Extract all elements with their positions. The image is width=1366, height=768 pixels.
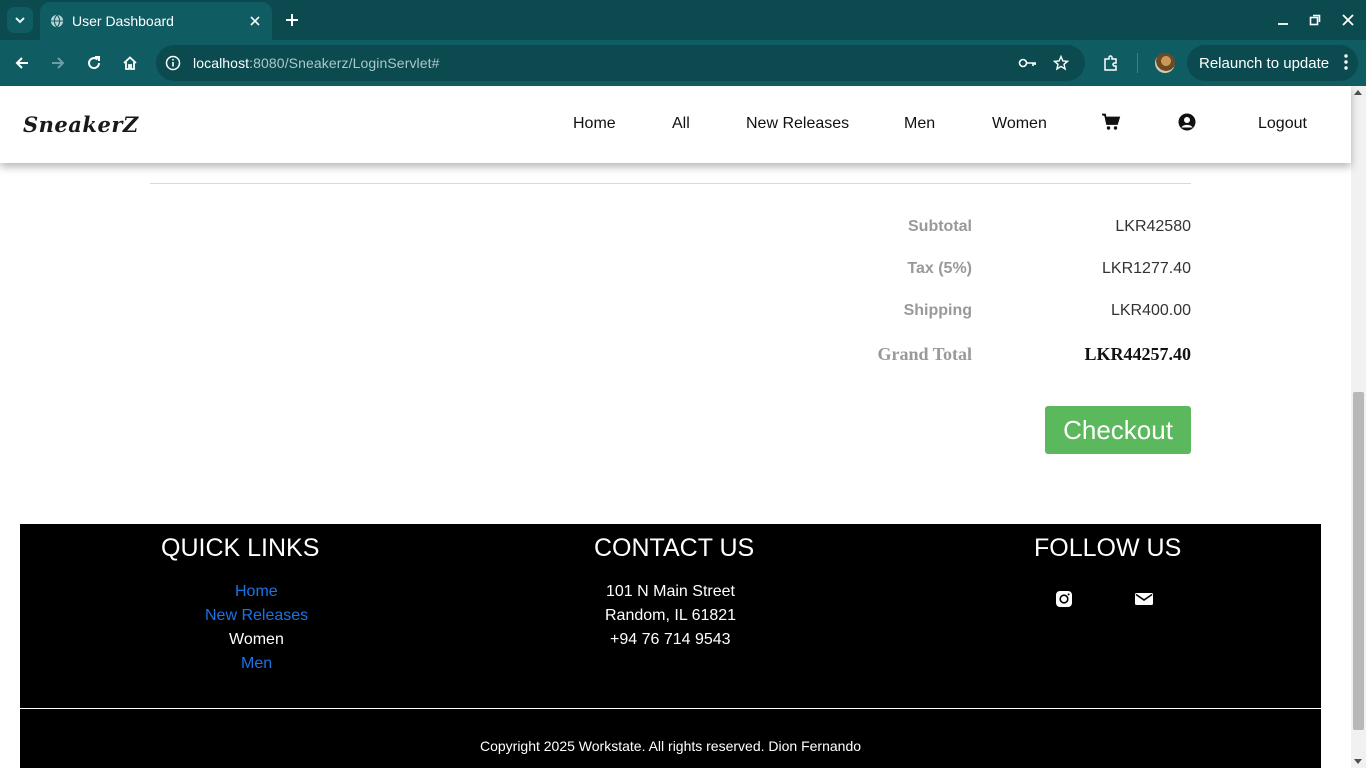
plus-icon: [286, 14, 298, 26]
relaunch-label: Relaunch to update: [1199, 54, 1330, 72]
toolbar-separator: [1137, 53, 1138, 73]
cart-divider: [150, 183, 1191, 184]
grand-total-value: LKR44257.40: [1084, 344, 1191, 364]
profile-avatar[interactable]: [1155, 53, 1175, 73]
footer-link-women[interactable]: Women: [229, 631, 284, 649]
home-icon: [123, 56, 137, 70]
nav-women[interactable]: Women: [992, 115, 1047, 133]
forward-icon: [52, 57, 65, 69]
tab-search-button[interactable]: [7, 7, 33, 33]
site-info-button[interactable]: [165, 55, 181, 71]
forward-button[interactable]: [46, 51, 70, 75]
nav-logout[interactable]: Logout: [1258, 115, 1307, 133]
quick-links-title: QUICK LINKS: [161, 534, 320, 562]
contact-title: CONTACT US: [594, 534, 755, 562]
back-icon: [15, 57, 28, 69]
back-button[interactable]: [10, 51, 34, 75]
new-tab-button[interactable]: [281, 9, 303, 31]
nav-all[interactable]: All: [672, 115, 690, 133]
password-manager-button[interactable]: [1018, 53, 1038, 73]
user-circle-icon: [1178, 113, 1196, 131]
footer-divider: [20, 708, 1321, 709]
nav-cart[interactable]: [1101, 112, 1121, 132]
checkout-button[interactable]: Checkout: [1045, 406, 1191, 454]
reload-icon: [88, 56, 101, 70]
restore-icon: [1309, 14, 1321, 26]
scroll-up-arrow[interactable]: [1354, 90, 1362, 95]
close-icon: [250, 16, 260, 26]
instagram-icon: [1056, 591, 1072, 607]
page-viewport: SneakerZ Home All New Releases Men Women…: [0, 86, 1366, 768]
extensions-icon: [1104, 55, 1117, 71]
menu-dots-icon: [1344, 54, 1348, 70]
restore-button[interactable]: [1304, 9, 1326, 31]
subtotal-label: Subtotal: [908, 218, 972, 235]
phone-number: +94 76 714 9543: [610, 631, 731, 648]
footer-link-home[interactable]: Home: [235, 583, 278, 601]
globe-icon: [50, 14, 64, 28]
key-icon: [1018, 58, 1036, 68]
shipping-value: LKR400.00: [1110, 302, 1191, 319]
footer-link-new-releases[interactable]: New Releases: [205, 607, 308, 625]
bookmark-button[interactable]: [1051, 53, 1071, 73]
address-bar[interactable]: localhost:8080/Sneakerz/LoginServlet#: [156, 45, 1085, 81]
page-scrollbar[interactable]: [1351, 86, 1366, 768]
url-path: :8080/Sneakerz/LoginServlet#: [249, 55, 440, 71]
home-button[interactable]: [118, 51, 142, 75]
email-link[interactable]: [1134, 589, 1154, 609]
cart-icon: [1102, 113, 1121, 130]
follow-title: FOLLOW US: [1034, 534, 1182, 562]
nav-new-releases[interactable]: New Releases: [746, 115, 849, 133]
browser-tab[interactable]: User Dashboard: [40, 2, 272, 40]
tax-value: LKR1277.40: [1102, 260, 1191, 277]
tax-label: Tax (5%): [907, 260, 972, 277]
tab-title: User Dashboard: [72, 13, 174, 29]
instagram-link[interactable]: [1054, 589, 1074, 609]
site-footer: QUICK LINKS Home New Releases Women Men …: [20, 524, 1321, 768]
grand-total-label: Grand Total: [877, 344, 972, 364]
copyright-text: Copyright 2025 Workstate. All rights res…: [479, 738, 862, 754]
info-icon: [165, 55, 181, 71]
subtotal-value: LKR42580: [1115, 218, 1191, 235]
address-line-2: Random, IL 61821: [605, 607, 737, 624]
url-text[interactable]: localhost:8080/Sneakerz/LoginServlet#: [193, 55, 440, 71]
site-logo[interactable]: SneakerZ: [23, 112, 139, 137]
scrollbar-thumb[interactable]: [1353, 392, 1364, 730]
extensions-button[interactable]: [1099, 51, 1123, 75]
browser-toolbar: localhost:8080/Sneakerz/LoginServlet# Re…: [0, 40, 1366, 86]
minimize-button[interactable]: [1272, 9, 1294, 31]
minimize-icon: [1278, 23, 1288, 25]
tab-dropdown-icon: [15, 17, 25, 24]
nav-account[interactable]: [1177, 112, 1197, 132]
email-icon: [1135, 593, 1153, 605]
address-line-1: 101 N Main Street: [606, 583, 735, 600]
reload-button[interactable]: [82, 51, 106, 75]
nav-men[interactable]: Men: [904, 115, 935, 133]
relaunch-to-update-button[interactable]: Relaunch to update: [1187, 45, 1358, 81]
site-header: SneakerZ Home All New Releases Men Women…: [0, 86, 1351, 163]
scroll-down-arrow[interactable]: [1354, 759, 1362, 764]
close-window-button[interactable]: [1337, 9, 1359, 31]
browser-tab-strip: User Dashboard: [0, 0, 1366, 40]
url-host: localhost: [193, 55, 250, 71]
shipping-label: Shipping: [903, 302, 972, 319]
close-icon: [1342, 14, 1354, 26]
footer-link-men[interactable]: Men: [241, 655, 272, 673]
star-icon: [1053, 55, 1069, 71]
nav-home[interactable]: Home: [573, 115, 616, 133]
tab-close-button[interactable]: [244, 10, 266, 32]
